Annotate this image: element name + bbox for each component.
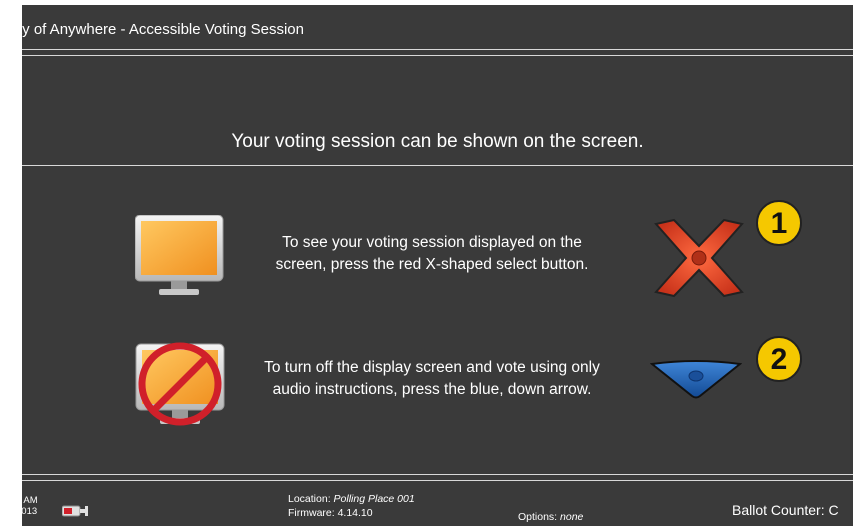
firmware-version: Firmware: 4.14.10 xyxy=(288,507,373,519)
options-label: Options: xyxy=(518,511,561,523)
ballot-counter: Ballot Counter: C xyxy=(732,502,839,518)
clock-readout: 7 AM 2013 xyxy=(22,495,38,517)
location-label: Location: xyxy=(288,493,334,505)
location-info: Location: Polling Place 001 xyxy=(288,493,415,505)
option-1-line-1: To see your voting session displayed on … xyxy=(282,234,582,251)
blue-down-arrow-button-icon[interactable] xyxy=(649,360,743,405)
voting-screen: ty of Anywhere - Accessible Voting Sessi… xyxy=(22,5,853,526)
prompt-heading: Your voting session can be shown on the … xyxy=(231,131,644,152)
option-1-number-badge: 1 xyxy=(756,200,802,246)
option-2-line-1: To turn off the display screen and vote … xyxy=(264,359,600,376)
option-2-instructions: To turn off the display screen and vote … xyxy=(232,357,632,401)
option-1-line-2: screen, press the red X-shaped select bu… xyxy=(275,256,589,273)
location-value: Polling Place 001 xyxy=(333,493,415,505)
clock-time: 7 AM xyxy=(22,495,38,506)
session-title: ty of Anywhere - Accessible Voting Sessi… xyxy=(22,21,304,38)
clock-date: 2013 xyxy=(22,506,38,517)
monitor-icon xyxy=(134,214,225,310)
header-divider-top xyxy=(22,49,853,50)
monitor-off-icon xyxy=(134,338,226,435)
status-footer: 7 AM 2013 Location: Polling Place 001 Fi… xyxy=(22,480,853,526)
options-value: none xyxy=(560,511,584,523)
prompt-divider xyxy=(22,165,853,166)
header-divider-bottom xyxy=(22,55,853,56)
option-2-line-2: audio instructions, press the blue, down… xyxy=(272,381,592,398)
footer-divider-top xyxy=(22,474,853,475)
red-x-button-icon[interactable] xyxy=(654,218,744,303)
option-2-number-badge: 2 xyxy=(756,336,802,382)
options-info: Options: none xyxy=(518,511,583,523)
option-1-instructions: To see your voting session displayed on … xyxy=(232,232,632,276)
power-plug-icon xyxy=(61,503,90,524)
